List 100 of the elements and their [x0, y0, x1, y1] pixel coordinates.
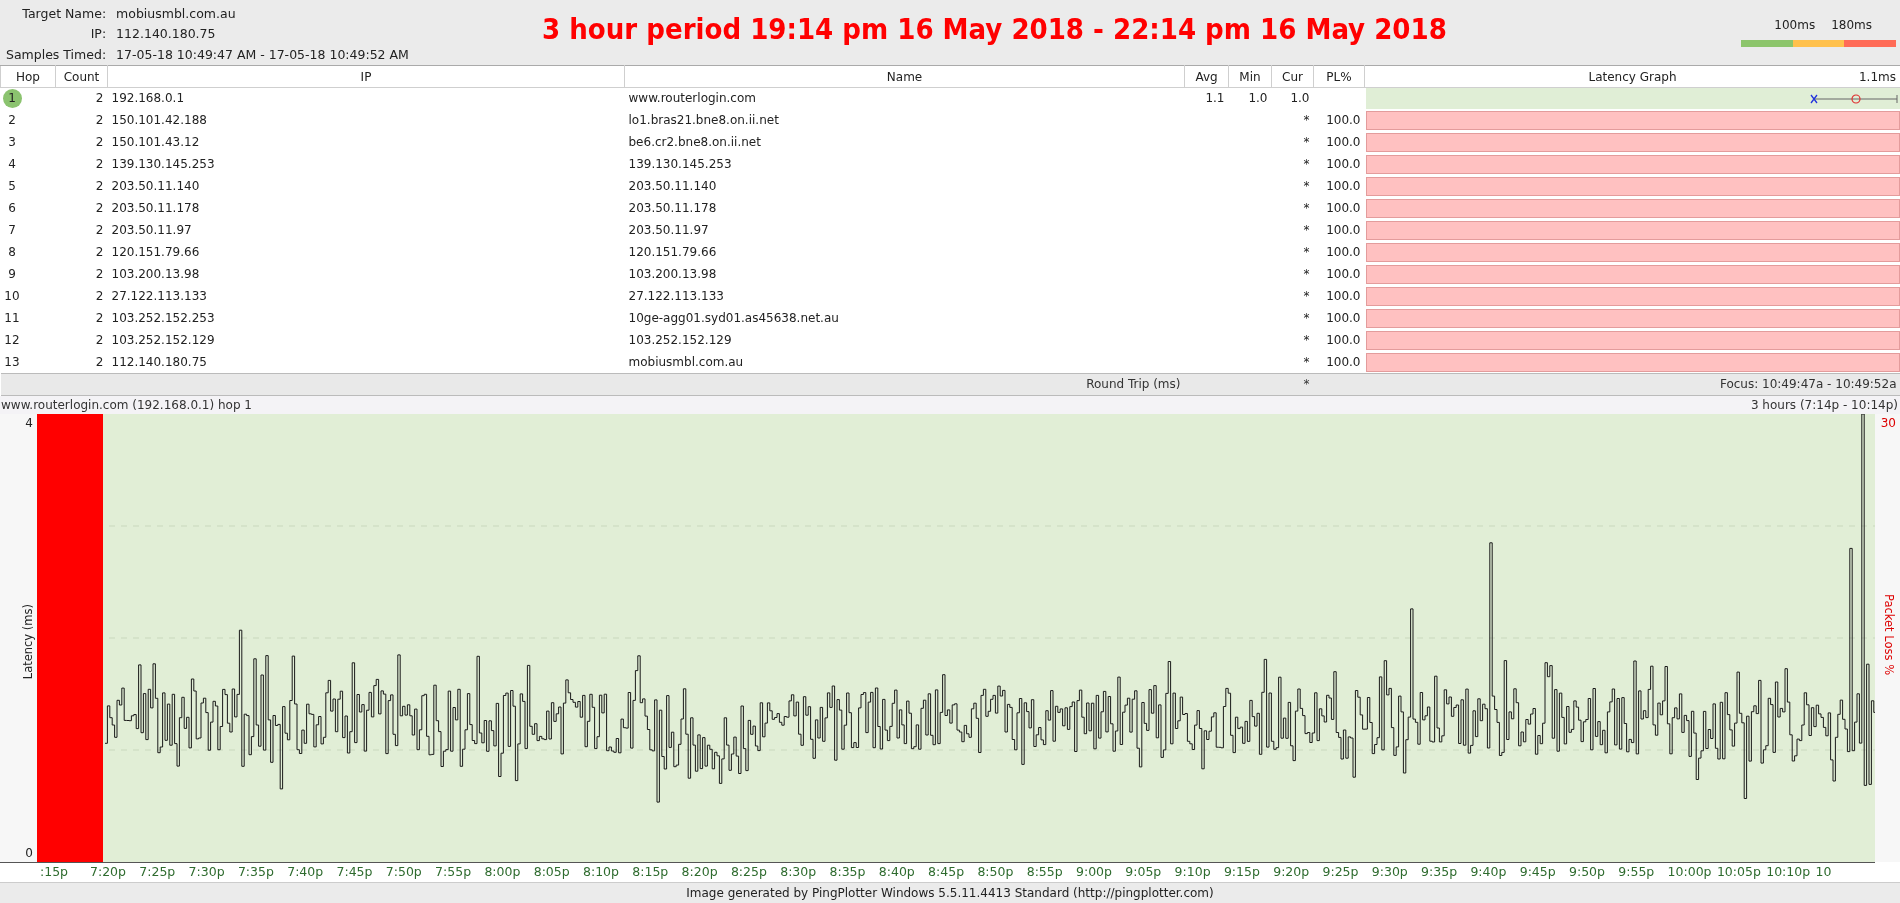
target-name-value: mobiusmbl.com.au	[116, 5, 237, 23]
table-cell: 100.0	[1326, 311, 1361, 326]
hop-number: 1	[2, 89, 22, 109]
column-header: Hop	[16, 69, 40, 84]
table-cell: *	[1303, 201, 1310, 216]
samples-timed-value: 17-05-18 10:49:47 AM - 17-05-18 10:49:52 AM	[116, 45, 409, 64]
hop-number: 4	[7, 156, 17, 174]
table-cell: 100.0	[1326, 135, 1361, 150]
table-cell: mobiusmbl.com.au	[628, 354, 744, 369]
table-cell: 103.252.152.129	[628, 333, 732, 348]
table-cell: 203.50.11.140	[111, 179, 200, 194]
axis-label: Packet Loss %	[1881, 594, 1898, 676]
table-cell: 1.0	[1290, 91, 1310, 106]
axis-tick: 7:55p	[435, 864, 472, 881]
samples-timed-label: Samples Timed:	[6, 45, 107, 64]
axis-tick: 8:45p	[928, 864, 965, 881]
axis-tick: 8:25p	[730, 864, 767, 881]
table-cell: 103.252.152.253	[111, 311, 215, 326]
table-cell: 2	[95, 289, 104, 304]
axis-tick: 7:25p	[139, 864, 176, 881]
axis-tick: 10:10p	[1766, 864, 1811, 881]
axis-tick: 9:10p	[1174, 864, 1211, 881]
table-cell: 2	[95, 223, 104, 238]
table-cell: 100.0	[1326, 333, 1361, 348]
round-trip-label: Round Trip (ms)	[1086, 377, 1181, 392]
table-cell: *	[1303, 157, 1310, 172]
hop-number: 7	[7, 222, 17, 240]
axis-tick: 10:05p	[1716, 864, 1761, 881]
table-cell: 100.0	[1326, 223, 1361, 238]
table-cell: 203.50.11.97	[111, 223, 192, 238]
hop-number: 2	[7, 112, 17, 130]
axis-tick: 8:35p	[829, 864, 866, 881]
table-cell: www.routerlogin.com	[628, 91, 756, 106]
table-cell: 2	[95, 179, 104, 194]
axis-tick: 9:40p	[1470, 864, 1507, 881]
table-cell: 100.0	[1326, 267, 1361, 282]
axis-tick: :15p	[40, 864, 69, 881]
axis-tick: 9:50p	[1569, 864, 1605, 881]
column-header: Min	[1239, 69, 1261, 84]
axis-tick: 7:45p	[336, 864, 373, 881]
column-header: IP	[360, 69, 372, 84]
axis-tick: 9:00p	[1076, 864, 1112, 881]
table-cell: 100.0	[1326, 354, 1361, 369]
column-header: Cur	[1282, 69, 1303, 84]
table-cell: 120.151.79.66	[111, 245, 200, 260]
table-cell: *	[1303, 333, 1310, 348]
hop-number: 3	[7, 134, 17, 152]
axis-tick: 8:00p	[484, 864, 521, 881]
table-cell: 2	[95, 135, 104, 150]
table-cell: 100.0	[1326, 245, 1361, 260]
table-cell: 203.50.11.178	[628, 201, 717, 216]
table-cell: 1.1	[1205, 91, 1225, 106]
table-cell: 100.0	[1326, 113, 1361, 128]
table-cell: 2	[95, 91, 104, 106]
table-cell: 100.0	[1326, 201, 1361, 216]
hop-number: 13	[3, 353, 21, 371]
axis-tick: 9:45p	[1519, 864, 1556, 881]
target-name-label: Target Name:	[21, 5, 107, 23]
table-cell: 103.200.13.98	[111, 267, 200, 282]
table-cell: 139.130.145.253	[111, 157, 215, 172]
table-cell: *	[1303, 135, 1310, 150]
table-cell: 1.0	[1248, 91, 1268, 106]
axis-tick: 10:00p	[1667, 864, 1712, 881]
column-header: Latency Graph	[1588, 69, 1677, 84]
table-cell: 2	[95, 267, 104, 282]
table-cell: 103.200.13.98	[628, 267, 717, 282]
target-ip-value: 112.140.180.75	[116, 25, 217, 44]
axis-tick: 8:05p	[533, 864, 570, 881]
axis-tick: 7:30p	[188, 864, 225, 881]
column-header: Name	[886, 69, 923, 84]
table-cell: *	[1303, 377, 1310, 392]
hop-number: 9	[7, 266, 17, 284]
axis-tick: 8:15p	[632, 864, 669, 881]
hop-number: 12	[3, 332, 21, 350]
table-cell: 2	[95, 113, 104, 128]
table-cell: 112.140.180.75	[111, 354, 207, 369]
table-cell: lo1.bras21.bne8.on.ii.net	[628, 113, 779, 128]
legend-label: 100ms	[1774, 17, 1816, 34]
table-cell: *	[1303, 223, 1310, 238]
column-header: PL%	[1326, 69, 1352, 84]
axis-tick: 8:10p	[583, 864, 619, 881]
hop-number: 5	[7, 178, 17, 196]
latency-scale: 1.1ms	[1858, 68, 1896, 86]
table-cell: *	[1303, 113, 1310, 128]
table-cell: *	[1303, 267, 1310, 282]
axis-tick: 9:30p	[1371, 864, 1408, 881]
table-cell: *	[1303, 289, 1310, 304]
axis-tick: 9:35p	[1421, 864, 1458, 881]
axis-tick: 8:55p	[1026, 864, 1063, 881]
axis-tick: 9:15p	[1223, 864, 1260, 881]
table-cell: 203.50.11.140	[628, 179, 717, 194]
table-cell: 139.130.145.253	[628, 157, 732, 172]
target-ip-label: IP:	[89, 25, 107, 44]
axis-label: Latency (ms)	[20, 604, 36, 680]
axis-tick: 30	[1880, 416, 1896, 431]
axis-tick: 8:40p	[878, 864, 915, 881]
hop-number: 11	[3, 310, 21, 328]
legend-label: 180ms	[1831, 17, 1872, 34]
table-cell: 10ge-agg01.syd01.as45638.net.au	[628, 311, 839, 326]
axis-tick: 8:30p	[780, 864, 817, 881]
